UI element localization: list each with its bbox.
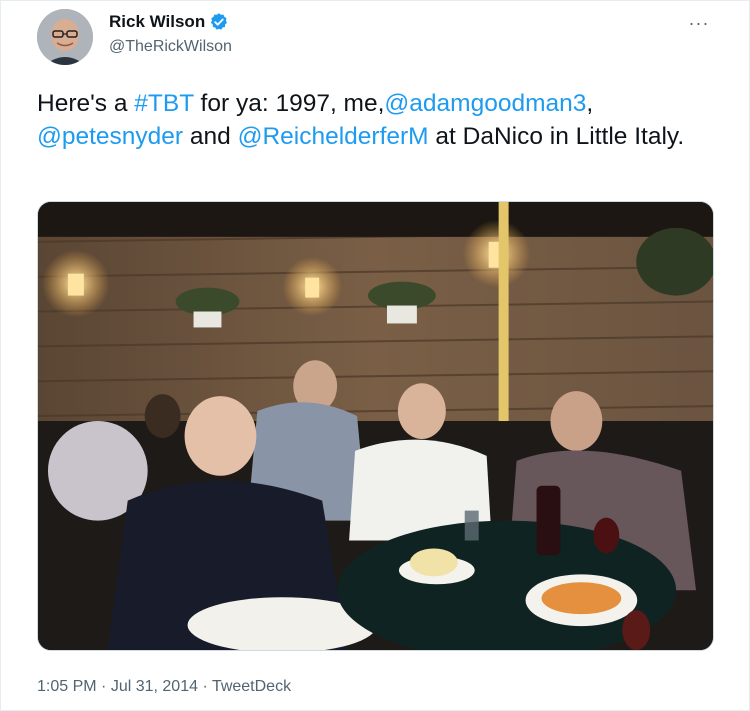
tweet-text-segment: Here's a (37, 90, 135, 117)
mention-link-reichelderferm[interactable]: @ReichelderferM (238, 123, 429, 150)
hashtag-link-tbt[interactable]: #TBT (134, 90, 193, 117)
tweet-date[interactable]: Jul 31, 2014 (111, 678, 198, 695)
avatar[interactable] (37, 9, 93, 65)
author-name-row: Rick Wilson (109, 12, 229, 32)
tweet-text-segment: for ya: 1997, me, (193, 90, 385, 117)
tweet-text-segment: , (586, 90, 594, 117)
tweet-metadata: 1:05 PM · Jul 31, 2014 · TweetDeck (37, 678, 291, 696)
restaurant-photo (38, 202, 713, 650)
tweet-text-segment: at DaNico in Little Italy. (428, 123, 685, 150)
tweet-source[interactable]: TweetDeck (212, 678, 291, 695)
tweet-time[interactable]: 1:05 PM (37, 678, 97, 695)
more-horizontal-icon[interactable]: ··· (685, 9, 713, 37)
author-handle[interactable]: @TheRickWilson (109, 38, 232, 56)
tweet-card: Rick Wilson @TheRickWilson ··· Here's a … (0, 0, 750, 711)
tweet-photo[interactable] (37, 201, 714, 651)
verified-badge-icon (211, 13, 228, 30)
mention-link-petesnyder[interactable]: @petesnyder (37, 123, 183, 150)
tweet-text-segment: and (183, 123, 238, 150)
avatar-image (37, 9, 93, 65)
meta-separator: · (198, 678, 212, 695)
tweet-text: Here's a #TBT for ya: 1997, me,@adamgood… (37, 87, 717, 153)
meta-separator: · (96, 678, 111, 695)
mention-link-adamgoodman3[interactable]: @adamgoodman3 (384, 90, 586, 117)
author-name[interactable]: Rick Wilson (109, 12, 205, 32)
